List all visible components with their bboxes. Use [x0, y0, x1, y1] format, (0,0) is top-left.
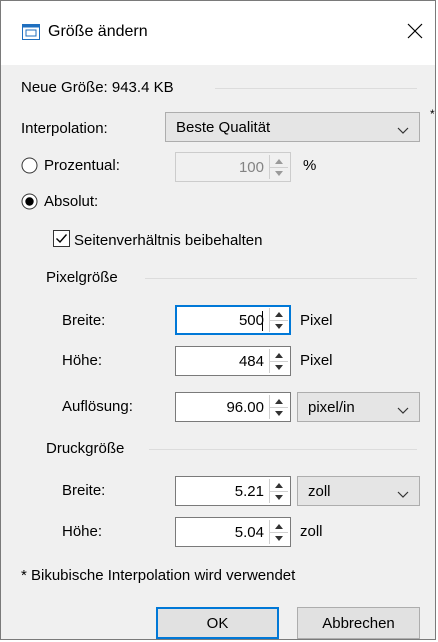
print-height-unit: zoll: [300, 523, 323, 540]
print-width-input[interactable]: 5.21: [175, 476, 291, 506]
pixel-width-input[interactable]: 500: [175, 305, 291, 335]
print-height-value: 5.04: [234, 524, 264, 541]
pixel-width-unit: Pixel: [300, 312, 333, 329]
percent-unit: %: [303, 157, 317, 174]
pixel-width-label: Breite:: [62, 312, 106, 329]
pixel-height-label: Höhe:: [62, 352, 103, 369]
percent-decrement-icon[interactable]: [270, 167, 288, 179]
resize-dialog: Größe ändern Neue Größe: 943.4 KB Interp…: [0, 0, 436, 640]
cancel-button-label: Abbrechen: [322, 614, 395, 632]
interpolation-label: Interpolation:: [21, 120, 108, 137]
percent-radio[interactable]: [21, 157, 38, 174]
resolution-value: 96.00: [226, 399, 264, 416]
print-height-input[interactable]: 5.04: [175, 517, 291, 547]
print-size-separator: [149, 449, 417, 450]
percent-value: 100: [238, 159, 264, 176]
close-icon: [407, 23, 423, 43]
print-width-stepper[interactable]: [269, 479, 288, 503]
print-height-label: Höhe:: [62, 523, 103, 540]
text-caret: [262, 311, 263, 331]
pixel-height-value: 484: [238, 353, 264, 370]
ok-button[interactable]: OK: [156, 607, 279, 639]
pixel-height-decrement-icon[interactable]: [270, 361, 288, 373]
new-size-label: Neue Größe: 943.4 KB: [21, 79, 174, 96]
print-width-value: 5.21: [234, 483, 264, 500]
chevron-down-icon: [397, 486, 409, 498]
resolution-stepper[interactable]: [269, 395, 288, 419]
print-height-stepper[interactable]: [269, 520, 288, 544]
interpolation-value: Beste Qualität: [176, 119, 271, 136]
keep-ratio-label: Seitenverhältnis beibehalten: [74, 232, 263, 249]
absolute-radio[interactable]: [21, 193, 38, 210]
chevron-down-icon: [397, 122, 409, 134]
absolute-label: Absolut:: [44, 193, 99, 210]
percent-label: Prozentual:: [44, 157, 120, 174]
chevron-down-icon: [397, 402, 409, 414]
print-height-decrement-icon[interactable]: [270, 532, 288, 544]
print-unit-value: zoll: [308, 483, 331, 500]
pixel-height-unit: Pixel: [300, 352, 333, 369]
pixel-width-stepper[interactable]: [269, 308, 288, 332]
pixel-height-stepper[interactable]: [269, 349, 288, 373]
percent-input[interactable]: 100: [175, 152, 291, 182]
pixel-width-value: 500: [238, 312, 264, 329]
resolution-unit-value: pixel/in: [308, 399, 355, 416]
print-unit-select[interactable]: zoll: [297, 476, 420, 506]
percent-stepper[interactable]: [269, 155, 288, 179]
print-width-label: Breite:: [62, 482, 106, 499]
print-size-heading: Druckgröße: [46, 440, 125, 457]
pixel-width-decrement-icon[interactable]: [270, 320, 288, 332]
pixel-height-input[interactable]: 484: [175, 346, 291, 376]
resolution-decrement-icon[interactable]: [270, 407, 288, 419]
print-width-decrement-icon[interactable]: [270, 491, 288, 503]
resize-window-icon: [22, 24, 40, 40]
interpolation-select[interactable]: Beste Qualität: [165, 112, 420, 142]
title-bar: Größe ändern: [1, 1, 435, 65]
pixel-size-separator: [145, 278, 417, 279]
pixel-size-heading: Pixelgröße: [46, 269, 118, 286]
resolution-unit-select[interactable]: pixel/in: [297, 392, 420, 422]
resolution-input[interactable]: 96.00: [175, 392, 291, 422]
interpolation-asterisk: *: [430, 107, 435, 121]
new-size-separator: [215, 88, 417, 89]
resolution-label: Auflösung:: [62, 398, 133, 415]
ok-button-label: OK: [206, 614, 229, 632]
window-title: Größe ändern: [48, 23, 148, 40]
cancel-button[interactable]: Abbrechen: [297, 607, 420, 639]
keep-ratio-checkbox[interactable]: [53, 230, 70, 247]
footnote: * Bikubische Interpolation wird verwende…: [21, 567, 296, 584]
close-button[interactable]: [395, 13, 435, 53]
